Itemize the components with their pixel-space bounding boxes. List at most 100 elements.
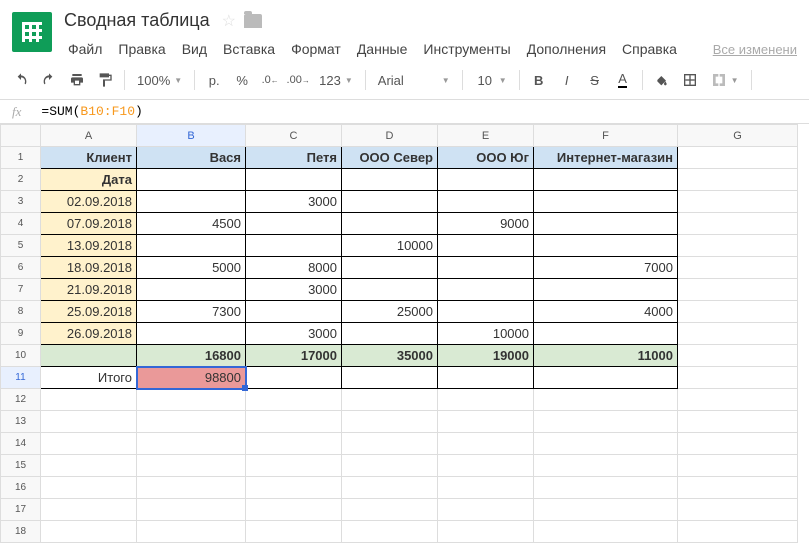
col-header-f[interactable]: F (534, 125, 678, 147)
cell-g8[interactable] (678, 301, 798, 323)
cell-c1[interactable]: Петя (246, 147, 342, 169)
cell-g3[interactable] (678, 191, 798, 213)
number-format-select[interactable]: 123▼ (313, 67, 359, 93)
cell[interactable] (678, 521, 798, 543)
folder-icon[interactable] (244, 14, 262, 28)
menu-view[interactable]: Вид (174, 37, 215, 61)
currency-button[interactable]: р. (201, 67, 227, 93)
row-header-4[interactable]: 4 (1, 213, 41, 235)
cell-b6[interactable]: 5000 (137, 257, 246, 279)
cell[interactable] (534, 521, 678, 543)
col-header-e[interactable]: E (438, 125, 534, 147)
cell[interactable] (678, 433, 798, 455)
cell-b11[interactable]: 98800 (137, 367, 246, 389)
last-edit-link[interactable]: Все изменени (713, 42, 801, 57)
cell[interactable] (534, 411, 678, 433)
cell[interactable] (137, 499, 246, 521)
cell[interactable] (342, 433, 438, 455)
cell-b8[interactable]: 7300 (137, 301, 246, 323)
cell-g5[interactable] (678, 235, 798, 257)
cell-b2[interactable] (137, 169, 246, 191)
cell-g10[interactable] (678, 345, 798, 367)
cell-c6[interactable]: 8000 (246, 257, 342, 279)
cell-a7[interactable]: 21.09.2018 (41, 279, 137, 301)
cell-f4[interactable] (534, 213, 678, 235)
cell-f9[interactable] (534, 323, 678, 345)
italic-button[interactable]: I (554, 67, 580, 93)
cell[interactable] (137, 477, 246, 499)
cell-d8[interactable]: 25000 (342, 301, 438, 323)
cell[interactable] (41, 477, 137, 499)
cell-e1[interactable]: ООО Юг (438, 147, 534, 169)
menu-edit[interactable]: Правка (110, 37, 173, 61)
cell-e3[interactable] (438, 191, 534, 213)
cell-c5[interactable] (246, 235, 342, 257)
cell-a2[interactable]: Дата (41, 169, 137, 191)
percent-button[interactable]: % (229, 67, 255, 93)
cell-e4[interactable]: 9000 (438, 213, 534, 235)
row-header-9[interactable]: 9 (1, 323, 41, 345)
cell[interactable] (342, 521, 438, 543)
cell-c4[interactable] (246, 213, 342, 235)
cell[interactable] (342, 499, 438, 521)
cell[interactable] (41, 455, 137, 477)
cell-g1[interactable] (678, 147, 798, 169)
cell-e6[interactable] (438, 257, 534, 279)
cell[interactable] (41, 389, 137, 411)
cell-f5[interactable] (534, 235, 678, 257)
cell-g11[interactable] (678, 367, 798, 389)
formula-input[interactable]: =SUM(B10:F10) (33, 102, 809, 121)
cell[interactable] (41, 499, 137, 521)
cell[interactable] (137, 389, 246, 411)
select-all-corner[interactable] (1, 125, 41, 147)
row-header-18[interactable]: 18 (1, 521, 41, 543)
cell[interactable] (41, 433, 137, 455)
cell[interactable] (534, 433, 678, 455)
cell-e9[interactable]: 10000 (438, 323, 534, 345)
cell-a10[interactable] (41, 345, 137, 367)
fill-color-button[interactable] (649, 67, 675, 93)
borders-button[interactable] (677, 67, 703, 93)
cell-d7[interactable] (342, 279, 438, 301)
cell-d10[interactable]: 35000 (342, 345, 438, 367)
cell-c11[interactable] (246, 367, 342, 389)
cell-e2[interactable] (438, 169, 534, 191)
cell[interactable] (246, 477, 342, 499)
cell-f7[interactable] (534, 279, 678, 301)
col-header-c[interactable]: C (246, 125, 342, 147)
cell[interactable] (246, 455, 342, 477)
col-header-b[interactable]: B (137, 125, 246, 147)
cell[interactable] (246, 411, 342, 433)
bold-button[interactable]: B (526, 67, 552, 93)
row-header-5[interactable]: 5 (1, 235, 41, 257)
cell-g7[interactable] (678, 279, 798, 301)
row-header-15[interactable]: 15 (1, 455, 41, 477)
document-title[interactable]: Сводная таблица (60, 8, 214, 33)
cell-d4[interactable] (342, 213, 438, 235)
strikethrough-button[interactable]: S (582, 67, 608, 93)
cell-e5[interactable] (438, 235, 534, 257)
cell-a11[interactable]: Итого (41, 367, 137, 389)
sheets-logo-icon[interactable] (12, 12, 52, 52)
cell[interactable] (438, 433, 534, 455)
row-header-6[interactable]: 6 (1, 257, 41, 279)
cell[interactable] (246, 499, 342, 521)
font-size-select[interactable]: 10▼ (469, 67, 513, 93)
zoom-select[interactable]: 100%▼ (131, 67, 188, 93)
cell-f1[interactable]: Интернет-магазин (534, 147, 678, 169)
row-header-12[interactable]: 12 (1, 389, 41, 411)
cell[interactable] (678, 455, 798, 477)
cell-d6[interactable] (342, 257, 438, 279)
cell-a8[interactable]: 25.09.2018 (41, 301, 137, 323)
cell[interactable] (678, 389, 798, 411)
menu-data[interactable]: Данные (349, 37, 416, 61)
menu-file[interactable]: Файл (60, 37, 110, 61)
row-header-11[interactable]: 11 (1, 367, 41, 389)
cell[interactable] (137, 433, 246, 455)
cell-b3[interactable] (137, 191, 246, 213)
row-header-8[interactable]: 8 (1, 301, 41, 323)
cell-b1[interactable]: Вася (137, 147, 246, 169)
cell-f8[interactable]: 4000 (534, 301, 678, 323)
cell[interactable] (438, 389, 534, 411)
cell[interactable] (534, 389, 678, 411)
